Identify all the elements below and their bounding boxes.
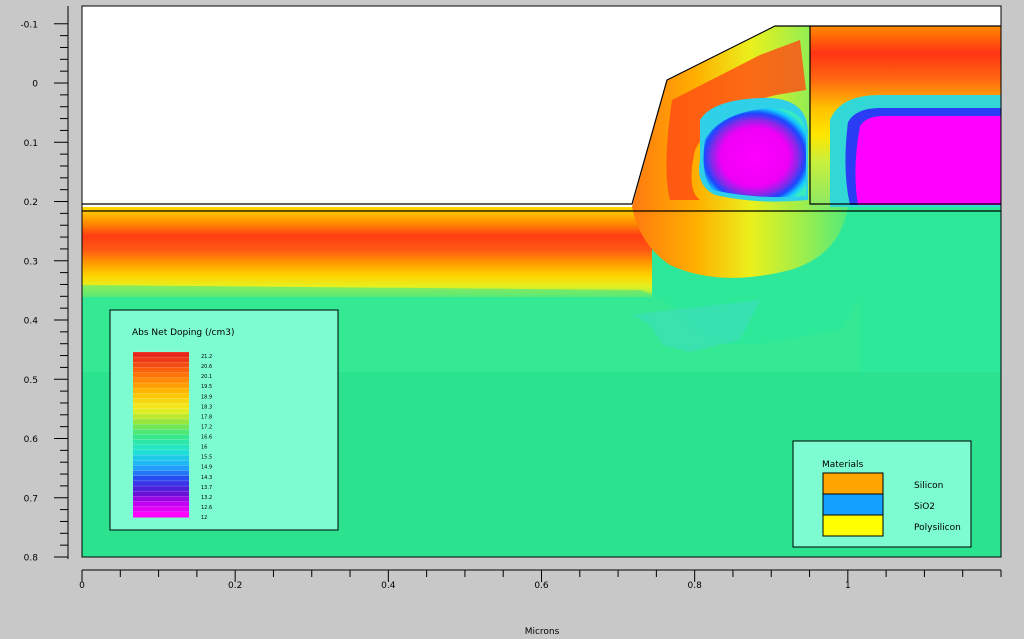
material-label: Silicon xyxy=(914,481,943,491)
y-tick-label: 0.7 xyxy=(24,494,38,504)
x-tick-label: 1 xyxy=(845,581,851,591)
colorbar-swatch xyxy=(133,377,189,384)
colorbar-swatch xyxy=(133,362,189,368)
colorbar-swatch xyxy=(133,382,189,389)
y-tick-label: 0.2 xyxy=(24,198,38,208)
doping-legend: Abs Net Doping (/cm3) 21.2 20.6 20.1 19.5 18… xyxy=(109,309,339,531)
x-axis: 0 0.2 0.4 0.6 0.8 1 xyxy=(79,569,1002,591)
material-label: Polysilicon xyxy=(914,523,961,533)
colorbar-swatch xyxy=(133,496,189,503)
materials-legend: Materials Silicon SiO2 Polysilicon xyxy=(792,440,972,548)
gate-low-pocket xyxy=(855,116,1001,205)
colorbar-swatch xyxy=(133,506,189,513)
colorbar-swatch xyxy=(133,413,189,420)
y-tick-label: 0.5 xyxy=(24,376,38,386)
colorbar-swatch xyxy=(133,444,189,451)
colorbar-swatch xyxy=(133,424,189,430)
colorbar-label: 13.2 xyxy=(201,495,212,501)
colorbar-swatch xyxy=(133,486,189,492)
colorbar-label: 14.9 xyxy=(201,465,212,471)
colorbar-label: 17.2 xyxy=(201,424,212,430)
colorbar-swatch xyxy=(133,480,189,487)
doping-legend-title: Abs Net Doping (/cm3) xyxy=(132,328,235,338)
material-swatch xyxy=(822,514,884,537)
x-tick-label: 0 xyxy=(79,581,85,591)
material-label: SiO2 xyxy=(914,502,935,512)
y-tick-label: 0.8 xyxy=(24,554,39,564)
colorbar-swatch xyxy=(133,388,189,394)
colorbar-swatch xyxy=(133,408,189,415)
colorbar-label: 20.1 xyxy=(201,374,212,380)
colorbar-label: 16 xyxy=(201,445,207,451)
materials-legend-title: Materials xyxy=(822,460,864,470)
colorbar-swatch xyxy=(133,511,189,518)
colorbar-label: 21.2 xyxy=(201,354,212,360)
colorbar-swatch xyxy=(133,475,189,482)
y-axis: -0.1 0 0.1 0.2 0.3 0.4 0.5 0.6 0.7 0.8 xyxy=(20,6,69,564)
colorbar-label: 12.6 xyxy=(201,505,212,511)
colorbar-swatch xyxy=(133,439,189,446)
y-tick-label: 0.1 xyxy=(24,139,38,149)
surface-diffusion-band xyxy=(82,207,652,297)
colorbar-swatch xyxy=(133,491,189,497)
x-tick-label: 0.8 xyxy=(688,581,703,591)
x-tick-label: 0.4 xyxy=(381,581,396,591)
colorbar-swatch xyxy=(133,357,189,363)
x-tick-label: 0.2 xyxy=(228,581,242,591)
colorbar-swatch xyxy=(133,419,189,425)
chart-window: -0.1 0 0.1 0.2 0.3 0.4 0.5 0.6 0.7 0.8 0 0.2 0.4 0.6… xyxy=(0,0,1024,639)
material-swatch xyxy=(822,493,884,516)
colorbar-swatch xyxy=(133,429,189,435)
y-tick-label: 0.4 xyxy=(24,317,39,327)
x-axis-title: Microns xyxy=(525,627,560,637)
y-tick-label: 0.6 xyxy=(24,435,39,445)
colorbar-swatch xyxy=(133,372,189,379)
colorbar-label: 13.7 xyxy=(201,485,212,491)
colorbar-swatch xyxy=(133,434,189,441)
colorbar-swatch xyxy=(133,501,189,508)
y-tick-label: 0.3 xyxy=(24,257,38,267)
y-tick-label: 0 xyxy=(32,80,38,90)
colorbar-label: 16.6 xyxy=(201,435,212,441)
colorbar-swatch xyxy=(133,367,189,374)
colorbar: 21.2 20.6 20.1 19.5 18.9 18.3 17.8 17.2 16.6 16 15… xyxy=(133,351,212,521)
x-tick-label: 0.6 xyxy=(534,581,549,591)
colorbar-label: 18.9 xyxy=(201,394,212,400)
colorbar-label: 14.3 xyxy=(201,475,212,481)
colorbar-label: 20.6 xyxy=(201,364,212,370)
colorbar-label: 19.5 xyxy=(201,384,212,390)
colorbar-swatch xyxy=(133,398,189,405)
colorbar-label: 18.3 xyxy=(201,404,212,410)
doping-contour-plot: -0.1 0 0.1 0.2 0.3 0.4 0.5 0.6 0.7 0.8 0 0.2 0.4 0.6… xyxy=(20,5,1002,637)
colorbar-swatch xyxy=(133,455,189,461)
material-swatch xyxy=(822,472,884,495)
colorbar-swatch xyxy=(133,460,189,466)
colorbar-swatch xyxy=(133,393,189,399)
y-tick-label: -0.1 xyxy=(20,20,38,30)
colorbar-swatch xyxy=(133,465,189,472)
colorbar-label: 17.8 xyxy=(201,414,212,420)
colorbar-label: 12 xyxy=(201,515,207,521)
colorbar-swatch xyxy=(133,449,189,456)
colorbar-swatch xyxy=(133,352,189,358)
colorbar-swatch xyxy=(133,403,189,410)
colorbar-label: 15.5 xyxy=(201,455,212,461)
colorbar-swatch xyxy=(133,470,189,477)
